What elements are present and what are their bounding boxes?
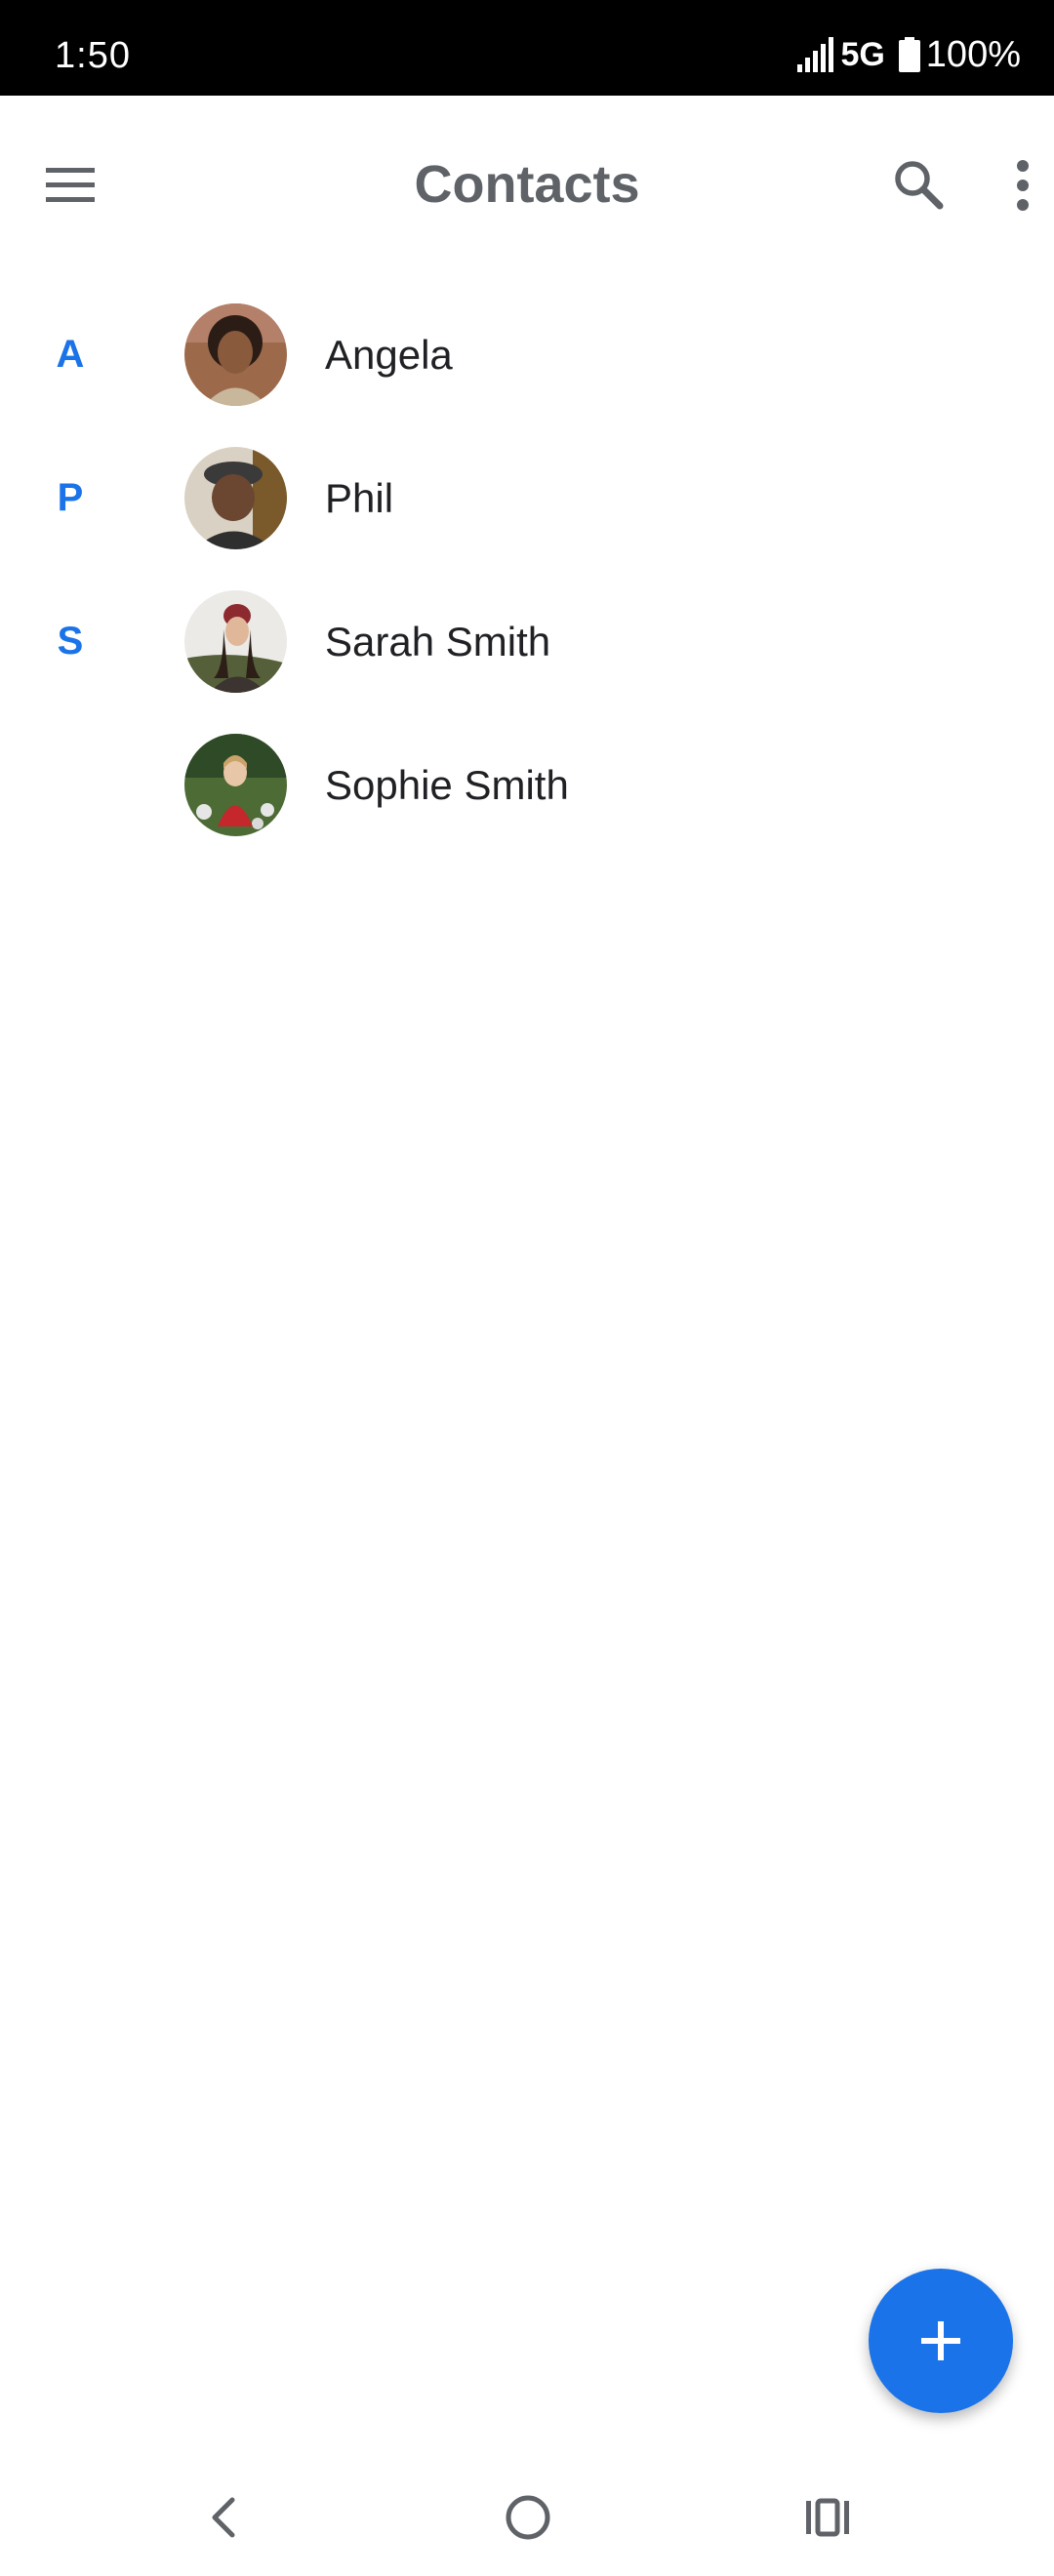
- section-letter: P: [57, 476, 84, 519]
- contact-row-angela[interactable]: A Angela: [0, 283, 1054, 426]
- contact-row-sarah-smith[interactable]: S Sarah Smith: [0, 570, 1054, 713]
- avatar: [184, 734, 287, 836]
- status-indicators: 5G 100%: [795, 0, 1021, 96]
- contact-name: Phil: [325, 475, 394, 521]
- avatar: [184, 303, 287, 406]
- search-icon[interactable]: [878, 144, 960, 226]
- section-letter: [39, 713, 101, 857]
- more-vert-icon[interactable]: [995, 144, 1054, 226]
- contact-name: Angela: [325, 332, 453, 378]
- recents-icon[interactable]: [798, 2488, 857, 2547]
- section-letter: S: [57, 620, 84, 663]
- battery-icon: [898, 37, 920, 72]
- status-bar: 1:50 5G 100%: [0, 0, 1054, 96]
- contact-list: A Angela P Phil S Sarah Smith Sophie Smi…: [0, 283, 1054, 857]
- system-nav-bar: [0, 2459, 1054, 2576]
- app-bar: Contacts: [0, 96, 1054, 277]
- contact-row-phil[interactable]: P Phil: [0, 426, 1054, 570]
- home-icon[interactable]: [496, 2485, 560, 2550]
- section-letter: A: [56, 333, 85, 376]
- battery-percent: 100%: [925, 33, 1021, 75]
- contact-name: Sophie Smith: [325, 762, 569, 808]
- avatar: [184, 447, 287, 549]
- status-time: 1:50: [55, 35, 131, 76]
- contact-row-sophie-smith[interactable]: Sophie Smith: [0, 713, 1054, 857]
- network-type: 5G: [840, 35, 885, 73]
- back-icon[interactable]: [195, 2488, 254, 2547]
- add-contact-button[interactable]: [869, 2269, 1013, 2413]
- signal-icon: [797, 37, 834, 72]
- plus-icon: [921, 2321, 960, 2360]
- avatar: [184, 590, 287, 693]
- contact-name: Sarah Smith: [325, 619, 551, 664]
